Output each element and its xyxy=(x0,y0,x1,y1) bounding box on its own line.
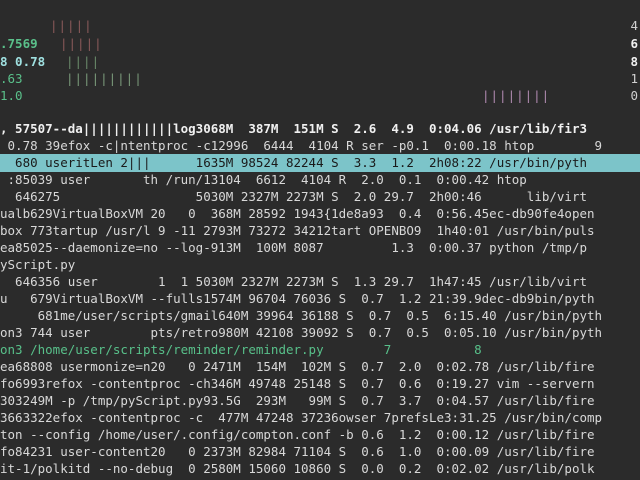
process-row[interactable]: 646356 user 1 1 5030M 2327M 2273M S 1.3 … xyxy=(0,273,640,291)
cpu-meter-bars: ||||| xyxy=(60,36,103,51)
process-row[interactable]: ea68808 usermonize=n20 0 2471M 154M 102M… xyxy=(0,358,640,376)
process-row[interactable]: ton --config /home/user/.config/compton.… xyxy=(0,426,640,444)
terminal-window[interactable]: ||||| ||||| |||| ||||||||| |||||||| .756… xyxy=(0,0,640,480)
process-row-selected[interactable]: 680 useritLen 2||| 1635M 98524 82244 S 3… xyxy=(0,154,640,172)
cpu-meter-bars: ||||||||| xyxy=(66,71,143,86)
meter-value: 8 xyxy=(630,54,638,69)
cpu-meter-bars: ||||| xyxy=(50,18,93,33)
cpu-meter-bars: |||| xyxy=(66,54,101,69)
process-row[interactable]: ualb629VirtualBoxVM 20 0 368M 28592 1943… xyxy=(0,205,640,223)
process-row[interactable]: fo84231 user-content20 0 2373M 82984 711… xyxy=(0,443,640,461)
process-row[interactable]: fo6993refox -contentproc -ch346M 49748 2… xyxy=(0,375,640,393)
process-row-continued[interactable]: on3 /home/user/scripts/reminder/reminder… xyxy=(0,341,640,359)
process-row[interactable]: ea85025--daemonize=no --log-913M 100M 80… xyxy=(0,239,640,257)
meter-value: 4 xyxy=(630,18,638,33)
process-row[interactable]: 646275 5030M 2327M 2273M S 2.0 29.7 2h00… xyxy=(0,188,640,206)
process-row[interactable]: , 57507--da||||||||||||log3068M 387M 151… xyxy=(0,120,640,138)
process-row[interactable]: u 679VirtualBoxVM --fulls1574M 96704 760… xyxy=(0,290,640,308)
process-row[interactable]: 3663322efox -contentproc -c 477M 47248 3… xyxy=(0,409,640,427)
process-row[interactable]: 0.78 39efox -c|ntentproc -c12996 6444 41… xyxy=(0,137,640,155)
process-row[interactable]: 303249M -p /tmp/pyScript.py93.5G 293M 99… xyxy=(0,392,640,410)
meter-label: .63 xyxy=(0,71,23,86)
meter-value: 0 xyxy=(630,88,638,103)
load-meter-bars: |||||||| xyxy=(482,88,551,103)
meter-label: .7569 xyxy=(0,36,38,51)
process-row[interactable]: :85039 user th /run/13104 6612 4104 R 2.… xyxy=(0,171,640,189)
process-row[interactable]: it-1/polkitd --no-debug 0 2580M 15060 10… xyxy=(0,460,640,478)
process-row[interactable]: box 773tartup /usr/l 9 -11 2793M 73272 3… xyxy=(0,222,640,240)
process-row[interactable]: on3 744 user pts/retro980M 42108 39092 S… xyxy=(0,324,640,342)
meter-value: 1 xyxy=(630,71,638,86)
meter-value: 6 xyxy=(630,36,638,51)
meter-label: 8 0.78 xyxy=(0,54,46,69)
meter-label: 1.0 xyxy=(0,88,23,103)
process-row[interactable]: 681me/user/scripts/gmail640M 39964 36188… xyxy=(0,307,640,325)
process-row-continued[interactable]: yScript.py xyxy=(0,256,640,274)
